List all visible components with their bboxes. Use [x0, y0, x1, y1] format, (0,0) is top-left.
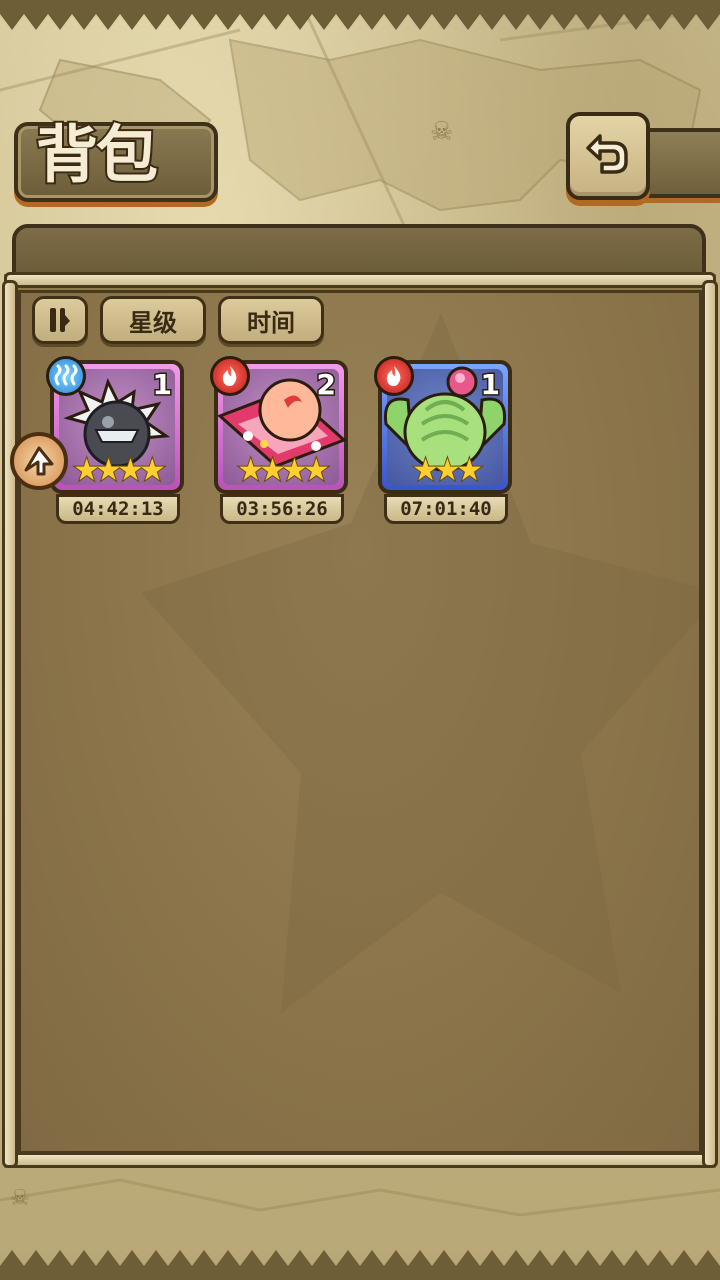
- skull-map-icon-bottom: ☠: [10, 1186, 30, 1211]
- item-timer: 04:42:13: [56, 494, 180, 524]
- water-element-icon: [46, 356, 86, 396]
- sort-order-button[interactable]: [32, 296, 88, 344]
- back-arrow-icon: [586, 134, 628, 174]
- frame-rail-bottom: [4, 1152, 716, 1168]
- sort-by-star-button[interactable]: 星级: [100, 296, 206, 344]
- torn-edge-bottom: [0, 1250, 720, 1280]
- sort-by-time-button[interactable]: 时间: [218, 296, 324, 344]
- frame-rail-right: [702, 280, 718, 1168]
- back-button[interactable]: [566, 112, 650, 200]
- item-count: 1: [479, 367, 502, 403]
- frame-rail-left: [2, 280, 18, 1168]
- fire-element-icon: [374, 356, 414, 396]
- item-timer: 07:01:40: [384, 494, 508, 524]
- item-star-rating: ★★★★: [72, 453, 167, 489]
- item-count: 2: [315, 367, 338, 403]
- torn-edge-top: [0, 0, 720, 30]
- page-title: 背包: [34, 116, 160, 193]
- item-timer: 03:56:26: [220, 494, 344, 524]
- item-count: 1: [151, 367, 174, 403]
- frame-rail-top: [4, 272, 716, 288]
- equipped-badge-icon[interactable]: [10, 432, 68, 490]
- skull-map-icon: ☠: [430, 117, 453, 147]
- sort-toggle-icon: [50, 308, 70, 332]
- item-star-rating: ★★★: [411, 453, 484, 489]
- fire-element-icon: [210, 356, 250, 396]
- item-star-rating: ★★★★: [236, 453, 331, 489]
